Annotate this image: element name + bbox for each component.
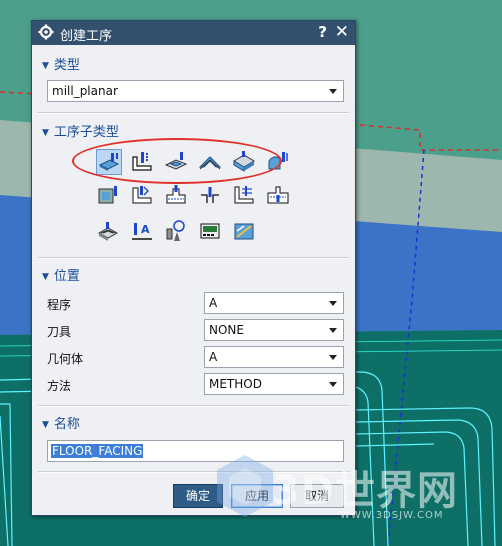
create-operation-dialog: 创建工序 ? ✕ ▼ 类型 mill_planar ▼ 工序子类型 A ▼ 位置… — [31, 20, 356, 516]
program-label: 程序 — [47, 298, 72, 312]
tool-label: 刀具 — [47, 325, 72, 339]
finish-floor-op-icon[interactable] — [198, 183, 224, 209]
dialog-titlebar[interactable]: 创建工序 ? ✕ — [32, 21, 355, 45]
operation-name-value: FLOOR_FACING — [51, 444, 144, 458]
subtype-section-header[interactable]: ▼ 工序子类型 — [42, 121, 119, 140]
groove-milling-op-icon[interactable] — [232, 183, 258, 209]
tool-select-value: NONE — [209, 323, 244, 337]
method-select[interactable]: METHOD — [204, 373, 344, 395]
collapse-triangle-icon: ▼ — [42, 420, 49, 430]
method-label: 方法 — [47, 379, 72, 393]
divider — [38, 257, 349, 259]
collapse-triangle-icon: ▼ — [42, 272, 49, 282]
type-select-value: mill_planar — [52, 84, 118, 98]
position-section-label: 位置 — [53, 269, 80, 284]
collapse-triangle-icon: ▼ — [42, 61, 49, 71]
divider — [38, 405, 349, 407]
position-section-header[interactable]: ▼ 位置 — [42, 265, 80, 284]
name-section-label: 名称 — [53, 417, 80, 432]
geometry-select-value: A — [209, 350, 218, 364]
geometry-select[interactable]: A — [204, 346, 344, 368]
dropdown-arrow-icon — [329, 382, 337, 387]
divider — [38, 112, 349, 114]
subtype-section-label: 工序子类型 — [53, 125, 119, 140]
watermark-text: 3D世界网 — [272, 468, 459, 514]
mill-user-op-icon[interactable] — [198, 219, 224, 245]
finish-walls-op-icon[interactable] — [164, 183, 190, 209]
program-select-value: A — [209, 296, 218, 310]
tool-select[interactable]: NONE — [204, 319, 344, 341]
thread-milling-op-icon[interactable] — [96, 219, 122, 245]
dropdown-arrow-icon — [329, 328, 337, 333]
hole-milling-op-icon[interactable] — [266, 183, 292, 209]
annotation-ellipse — [72, 138, 282, 184]
name-section-header[interactable]: ▼ 名称 — [42, 413, 80, 432]
gear-icon — [38, 24, 54, 40]
type-select[interactable]: mill_planar — [47, 80, 344, 102]
watermark-url: WWW.3DSJW.COM — [340, 510, 444, 521]
dropdown-arrow-icon — [329, 301, 337, 306]
close-button[interactable]: ✕ — [335, 22, 349, 42]
dropdown-arrow-icon — [329, 355, 337, 360]
program-select[interactable]: A — [204, 292, 344, 314]
planar-chamfer-op-icon[interactable] — [232, 219, 258, 245]
collapse-triangle-icon: ▼ — [42, 128, 49, 138]
dropdown-arrow-icon — [329, 89, 337, 94]
type-section-label: 类型 — [53, 58, 80, 73]
cleanup-corners-op-icon[interactable] — [130, 183, 156, 209]
planar-text-op-icon[interactable]: A — [130, 219, 156, 245]
dialog-title: 创建工序 — [60, 29, 113, 44]
help-button[interactable]: ? — [318, 23, 327, 41]
svg-text:A: A — [141, 223, 150, 236]
geometry-label: 几何体 — [47, 352, 84, 366]
method-select-value: METHOD — [209, 377, 262, 391]
mill-control-op-icon[interactable] — [164, 219, 190, 245]
planar-profile-op-icon[interactable] — [96, 183, 122, 209]
type-section-header[interactable]: ▼ 类型 — [42, 54, 80, 73]
